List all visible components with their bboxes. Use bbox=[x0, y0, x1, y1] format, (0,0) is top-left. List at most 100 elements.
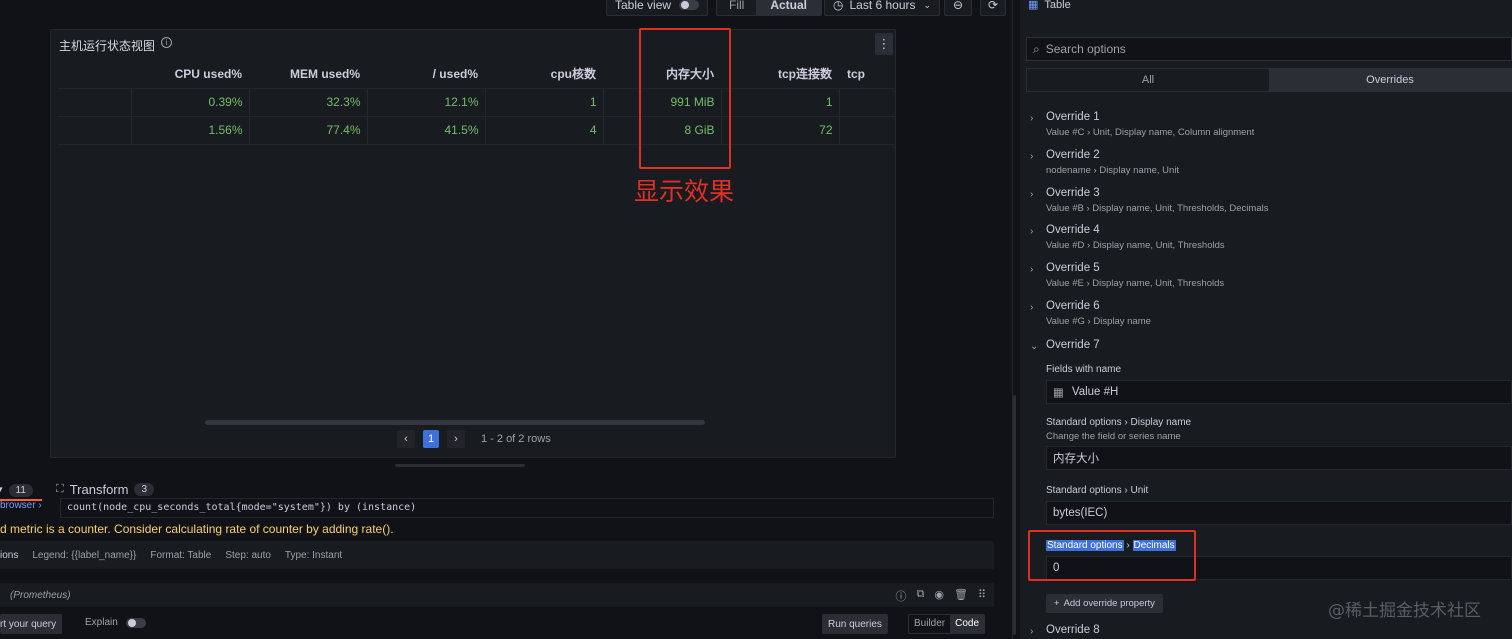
drag-handle-icon[interactable]: ⠿ bbox=[978, 588, 986, 604]
table-view-toggle[interactable]: Table view bbox=[606, 0, 709, 16]
tab-all[interactable]: All bbox=[1027, 69, 1269, 91]
annotation-text: 显示效果 bbox=[634, 177, 735, 206]
tab-query[interactable]: ▾ 11 bbox=[0, 482, 33, 498]
display-name-input[interactable]: 内存大小 bbox=[1046, 446, 1512, 470]
override-summary: nodename › Display name, Unit bbox=[1046, 165, 1180, 176]
column-header[interactable]: tcp连接数 bbox=[721, 60, 839, 89]
query-options-row[interactable]: ions Legend: {{label_name}} Format: Tabl… bbox=[0, 541, 994, 569]
legend-option: Legend: {{label_name}} bbox=[32, 549, 137, 561]
query-icon: ▾ bbox=[0, 482, 3, 498]
builder-mode-button[interactable]: Builder bbox=[909, 615, 950, 633]
page-number-button[interactable]: 1 bbox=[423, 430, 439, 448]
label-property: Unit bbox=[1130, 485, 1149, 496]
column-header[interactable]: cpu核数 bbox=[485, 60, 603, 89]
table-cell bbox=[57, 88, 131, 117]
table-panel: 主机运行状态视图 i ⋮ CPU used% MEM used% / used%… bbox=[50, 29, 896, 458]
unit-label: Standard options › Unit bbox=[1046, 485, 1148, 496]
table-cell: 1.56% bbox=[130, 116, 249, 145]
query-editor[interactable]: count(node_cpu_seconds_total{mode="syste… bbox=[60, 498, 994, 518]
help-icon[interactable]: ⓘ bbox=[896, 588, 907, 604]
toggle-switch[interactable] bbox=[125, 617, 146, 628]
horizontal-scrollbar[interactable] bbox=[205, 420, 705, 425]
options-label[interactable]: ions bbox=[0, 550, 18, 561]
table-cell: 0.39% bbox=[130, 88, 249, 117]
table-icon: ▦ bbox=[1028, 0, 1039, 11]
table-row: 1.56% 77.4% 41.5% 4 8 GiB 72 bbox=[57, 116, 895, 145]
highlight-box-column bbox=[639, 28, 731, 169]
transform-label: Transform bbox=[69, 482, 129, 497]
counter-warning: d metric is a counter. Consider calculat… bbox=[0, 522, 394, 536]
trash-icon[interactable]: 🗑 bbox=[954, 588, 968, 604]
watermark: @稀土掘金技术社区 bbox=[1328, 601, 1481, 621]
table-cell: 77.4% bbox=[248, 116, 367, 145]
metrics-browser-button[interactable]: browser › bbox=[0, 500, 42, 511]
rows-summary: 1 - 2 of 2 rows bbox=[481, 433, 551, 445]
chevron-right-icon: › bbox=[1030, 151, 1034, 162]
column-header[interactable]: tcp bbox=[839, 60, 895, 89]
table-cell bbox=[838, 116, 895, 145]
fill-button[interactable]: Fill bbox=[717, 0, 756, 12]
chevron-right-icon: › bbox=[1030, 264, 1034, 275]
highlight-box-decimals bbox=[1028, 530, 1196, 581]
chevron-right-icon: › bbox=[1030, 113, 1034, 124]
code-mode-button[interactable]: Code bbox=[950, 615, 985, 633]
override-title: Override 3 bbox=[1046, 187, 1100, 199]
table-header-row: CPU used% MEM used% / used% cpu核数 内存大小 t… bbox=[57, 60, 895, 89]
override-summary: Value #E › Display name, Unit, Threshold… bbox=[1046, 278, 1225, 289]
column-header[interactable]: / used% bbox=[367, 60, 485, 89]
chevron-down-icon: ⌄ bbox=[923, 0, 932, 10]
actual-button[interactable]: Actual bbox=[756, 0, 822, 15]
tab-overrides[interactable]: Overrides bbox=[1269, 69, 1511, 91]
kickstart-query-button[interactable]: rt your query bbox=[0, 614, 63, 634]
clock-icon: ◷ bbox=[833, 0, 844, 12]
chevron-down-icon: ⌄ bbox=[1030, 341, 1039, 352]
zoom-out-button[interactable]: ⊖ bbox=[944, 0, 972, 16]
fields-with-name-select[interactable]: ▦ Value #H bbox=[1046, 380, 1512, 404]
vertical-scrollbar[interactable] bbox=[1013, 395, 1016, 635]
prev-page-button[interactable]: ‹ bbox=[397, 430, 415, 448]
display-name-label: Standard options › Display name bbox=[1046, 417, 1191, 428]
column-header[interactable]: MEM used% bbox=[249, 60, 367, 89]
info-icon[interactable]: i bbox=[161, 37, 172, 48]
duplicate-icon[interactable]: ⧉ bbox=[917, 588, 925, 604]
pagination: ‹ 1 › 1 - 2 of 2 rows bbox=[397, 430, 551, 448]
run-queries-button[interactable]: Run queries bbox=[822, 614, 888, 634]
table-cell: 1 bbox=[720, 88, 839, 117]
chevron-right-icon: › bbox=[1030, 189, 1034, 200]
query-row-actions: ⓘ ⧉ ◉ 🗑 ⠿ bbox=[896, 588, 987, 604]
table-view-label: Table view bbox=[615, 0, 672, 12]
visualization-name: Table bbox=[1044, 0, 1071, 11]
next-page-button[interactable]: › bbox=[447, 430, 465, 448]
override-title: Override 1 bbox=[1046, 111, 1100, 123]
table-cell: 72 bbox=[720, 116, 839, 145]
time-range-picker[interactable]: ◷ Last 6 hours ⌄ bbox=[824, 0, 941, 16]
panel-menu-button[interactable]: ⋮ bbox=[875, 33, 893, 55]
override-title: Override 8 bbox=[1046, 624, 1100, 636]
plus-icon: + bbox=[1054, 598, 1060, 609]
explain-label: Explain bbox=[85, 617, 118, 628]
column-header[interactable] bbox=[57, 60, 131, 89]
explain-toggle[interactable]: Explain bbox=[85, 617, 146, 628]
table-cell: 4 bbox=[484, 116, 603, 145]
tab-transform[interactable]: ⛶ Transform 3 bbox=[56, 482, 155, 497]
query-row-header: (Prometheus) ⓘ ⧉ ◉ 🗑 ⠿ bbox=[0, 583, 994, 607]
table-cell bbox=[57, 116, 131, 145]
refresh-button[interactable]: ⟳ bbox=[980, 0, 1006, 16]
zoom-out-icon: ⊖ bbox=[952, 0, 964, 12]
format-option: Format: Table bbox=[150, 549, 212, 561]
chevron-right-icon: › bbox=[1030, 302, 1034, 313]
unit-picker[interactable]: bytes(IEC) bbox=[1046, 501, 1512, 525]
label-property: Display name bbox=[1130, 417, 1192, 428]
eye-icon[interactable]: ◉ bbox=[934, 588, 944, 604]
data-table: CPU used% MEM used% / used% cpu核数 内存大小 t… bbox=[57, 60, 895, 145]
display-name-desc: Change the field or series name bbox=[1046, 431, 1181, 442]
visualization-picker[interactable]: ▦ Table bbox=[1028, 0, 1071, 11]
column-header[interactable]: CPU used% bbox=[131, 60, 249, 89]
toggle-switch[interactable] bbox=[679, 0, 700, 10]
override-title: Override 2 bbox=[1046, 149, 1100, 161]
add-override-property-button[interactable]: + Add override property bbox=[1046, 594, 1163, 613]
label-category: Standard options bbox=[1046, 417, 1122, 428]
override-title: Override 4 bbox=[1046, 224, 1100, 236]
pane-resize-handle[interactable] bbox=[395, 464, 525, 467]
search-options-input[interactable]: ⌕ Search options bbox=[1026, 37, 1512, 61]
